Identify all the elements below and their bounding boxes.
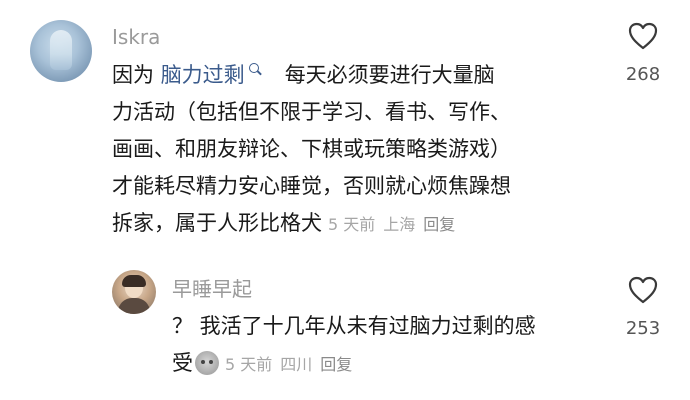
keyword-link[interactable]: 脑力过剩	[161, 63, 245, 87]
heart-outline-icon	[628, 276, 658, 304]
comment-username[interactable]: Iskra	[112, 25, 160, 49]
comment-line: ？ 我活了十几年从未有过脑力过剩的感	[172, 314, 536, 338]
comment-line: 拆家，属于人形比格犬 5 天前 上海 回复	[112, 205, 511, 243]
comment-meta: 5 天前 上海 回复	[328, 215, 463, 234]
avatar[interactable]	[112, 270, 156, 314]
like-count: 253	[625, 318, 661, 339]
comment-line: 才能耗尽精力安心睡觉，否则就心烦焦躁想	[112, 174, 511, 198]
comment-text: 受	[172, 351, 193, 375]
comment-body: 因为 脑力过剩 每天必须要进行大量脑 力活动（包括但不限于学习、看书、写作、 画画…	[112, 57, 511, 243]
comment-line: 受 5 天前 四川 回复	[172, 345, 536, 383]
comment-text: 拆家，属于人形比格犬	[112, 211, 322, 235]
comment-time: 5 天前	[225, 355, 273, 374]
comment-location: 上海	[383, 215, 416, 234]
heart-outline-icon	[628, 22, 658, 50]
comment-item: Iskra 因为 脑力过剩 每天必须要进行大量脑 力活动（包括但不限于学习、看书、…	[0, 0, 690, 260]
comment-text-prefix: 因为	[112, 63, 161, 87]
search-icon[interactable]	[248, 63, 259, 73]
avatar-figure	[50, 30, 72, 70]
reply-button[interactable]: 回复	[423, 215, 455, 234]
like-count: 268	[625, 64, 661, 85]
comment-text: 每天必须要进行大量脑	[284, 63, 495, 87]
comment-body: ？ 我活了十几年从未有过脑力过剩的感 受 5 天前 四川 回复	[172, 308, 536, 383]
comment-username[interactable]: 早睡早起	[172, 273, 252, 302]
comment-line: 画画、和朋友辩论、下棋或玩策略类游戏）	[112, 137, 511, 161]
reply-item: 早睡早起 ？ 我活了十几年从未有过脑力过剩的感 受 5 天前 四川 回复 253	[0, 260, 690, 400]
like-button[interactable]: 268	[613, 22, 673, 85]
avatar-body	[118, 298, 150, 314]
reply-button[interactable]: 回复	[320, 355, 352, 374]
emoji-icon	[195, 351, 219, 375]
comment-line: 因为 脑力过剩 每天必须要进行大量脑	[112, 57, 511, 94]
comment-location: 四川	[280, 355, 313, 374]
avatar-hair	[122, 275, 146, 287]
avatar[interactable]	[30, 20, 92, 82]
like-button[interactable]: 253	[613, 276, 673, 339]
comment-meta: 5 天前 四川 回复	[225, 355, 360, 374]
comment-line: 力活动（包括但不限于学习、看书、写作、	[112, 100, 511, 124]
comment-time: 5 天前	[328, 215, 376, 234]
